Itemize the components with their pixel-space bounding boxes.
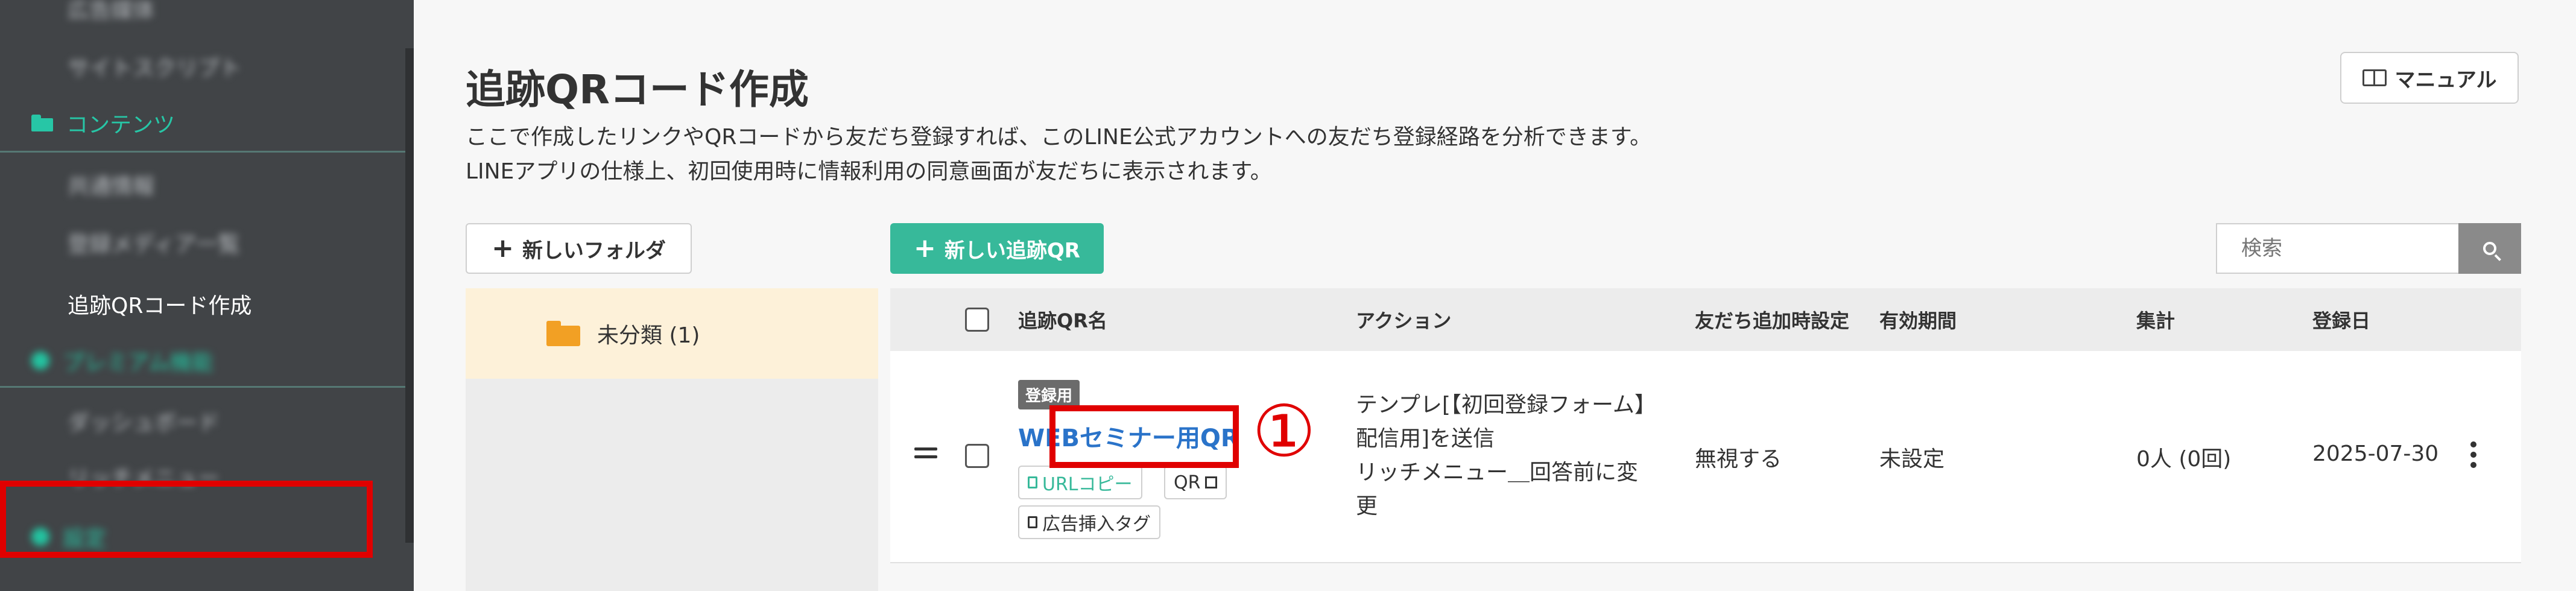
sidebar-section-premium[interactable]: プレミアム機能 [31,345,213,376]
page-description: LINEアプリの仕様上、初回使用時に情報利用の同意画面が友だちに表示されます。 [466,159,1272,184]
more-options-icon[interactable] [2470,441,2476,472]
sidebar-item-common-info[interactable]: 共通情報 [68,169,154,200]
sidebar-item-tracking-qr[interactable]: 追跡QRコード作成 [68,288,252,320]
action-text: 配信用]を送信 [1356,426,1495,451]
sidebar-item-media-list[interactable]: 登録メディア一覧 [68,227,239,258]
sidebar-section-label: コンテンツ [66,113,176,137]
manual-button[interactable]: マニュアル [2340,52,2519,104]
sidebar-section-label: プレミアム機能 [63,350,214,375]
select-all-checkbox[interactable] [965,308,989,332]
folder-panel: 未分類 (1) [466,288,878,591]
search-icon [2483,242,2496,255]
url-copy-button[interactable]: URLコピー [1018,466,1142,499]
action-text: 更 [1356,494,1378,519]
url-copy-label: URLコピー [1042,474,1133,495]
sidebar-scrollbar[interactable] [405,48,414,543]
total-cell: 0人 (0回) [2136,447,2232,472]
folder-open-icon [31,115,53,131]
annotation-highlight-box [0,481,373,558]
action-cell: テンプレ[【初回登録フォーム】 配信用]を送信 リッチメニュー＿回答前に変 更 [1356,388,1656,523]
sidebar-item-site-script[interactable]: サイトスクリプト [68,51,241,82]
annotation-marker: ① [1252,390,1316,473]
sidebar-item-ad-media[interactable]: 広告媒体 [68,0,154,24]
friend-setting-cell: 無視する [1695,447,1782,472]
new-tracking-qr-button[interactable]: + 新しい追跡QR [890,223,1104,274]
search-bar [2216,223,2521,274]
folder-item[interactable]: 未分類 (1) [466,288,878,379]
copy-icon [1028,516,1037,528]
column-header-date: 登録日 [2312,309,2371,332]
sidebar: 広告媒体 サイトスクリプト コンテンツ 共通情報 登録メディア一覧 追跡QRコー… [0,0,414,591]
divider [0,386,414,388]
divider [0,151,414,153]
column-header-total: 集計 [2136,309,2176,332]
period-cell: 未設定 [1879,447,1945,472]
column-header-qr-name: 追跡QR名 [1018,309,1107,332]
plus-icon: + [492,233,514,264]
column-header-period: 有効期間 [1879,309,1957,332]
search-input[interactable] [2216,223,2458,274]
annotation-highlight-box [1049,405,1239,468]
ad-tag-label: 広告挿入タグ [1042,514,1151,535]
action-text: テンプレ[【初回登録フォーム】 [1356,393,1656,417]
premium-icon [31,352,49,370]
folder-icon [546,321,580,346]
folder-label: 未分類 (1) [597,323,700,348]
external-link-icon [1205,476,1218,488]
sidebar-section-content[interactable]: コンテンツ [31,107,175,139]
plus-icon: + [914,233,936,264]
action-text: リッチメニュー＿回答前に変 [1356,460,1639,485]
sidebar-item-dashboard[interactable]: ダッシュボード [68,405,220,437]
copy-icon [1028,476,1037,488]
row-checkbox[interactable] [965,444,989,468]
manual-label: マニュアル [2394,68,2497,92]
qr-label: QR [1174,472,1201,493]
column-header-friend-setting: 友だち追加時設定 [1695,309,1850,332]
page-title: 追跡QRコード作成 [466,66,809,113]
app-window: 広告媒体 サイトスクリプト コンテンツ 共通情報 登録メディア一覧 追跡QRコー… [0,0,2576,591]
ad-tag-button[interactable]: 広告挿入タグ [1018,505,1160,539]
new-qr-label: 新しい追跡QR [944,238,1080,263]
new-folder-button[interactable]: + 新しいフォルダ [466,223,692,274]
page-description: ここで作成したリンクやQRコードから友だち登録すれば、このLINE公式アカウント… [466,125,1652,150]
date-cell: 2025-07-30 [2312,441,2439,466]
search-button[interactable] [2458,223,2521,274]
qr-button[interactable]: QR [1164,466,1227,499]
table-header: 追跡QR名 アクション 友だち追加時設定 有効期間 集計 登録日 [890,288,2521,351]
drag-handle-icon[interactable] [914,447,937,463]
column-header-action: アクション [1356,309,1452,332]
book-icon [2362,69,2387,86]
new-folder-label: 新しいフォルダ [522,238,666,263]
